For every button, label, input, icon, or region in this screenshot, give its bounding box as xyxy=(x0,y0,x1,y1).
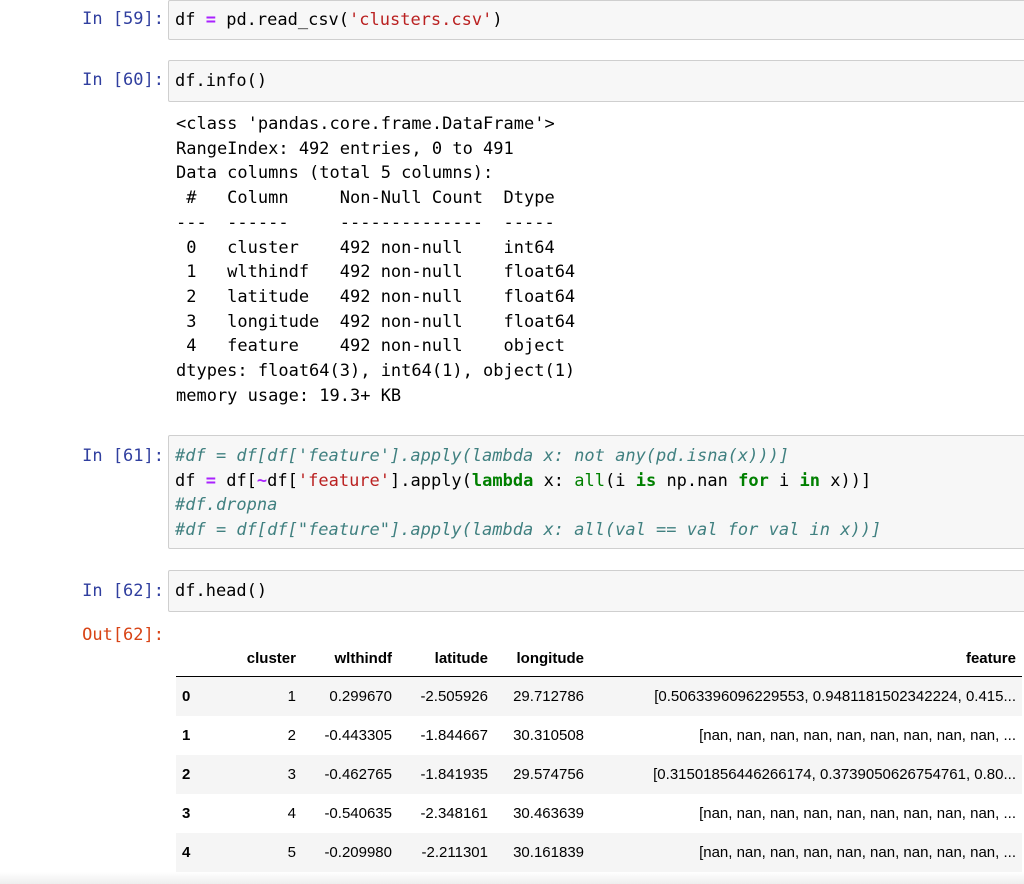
table-cell: 30.161839 xyxy=(513,843,584,861)
input-prompt: In [59]: xyxy=(82,9,164,29)
table-row: 0 1 0.299670 -2.505926 29.712786 [0.5063… xyxy=(176,676,1022,716)
comment-line: #df.dropna xyxy=(175,495,278,516)
column-header: longitude xyxy=(494,640,590,677)
table-cell: -1.841935 xyxy=(420,765,488,783)
table-cell: -0.209980 xyxy=(324,843,392,861)
table-cell: 3 xyxy=(287,765,296,783)
input-prompt: In [61]: xyxy=(82,446,164,466)
code-input[interactable]: df.info() xyxy=(168,60,1024,102)
input-prompt: In [62]: xyxy=(82,581,164,601)
code-input[interactable]: #df = df[df['feature'].apply(lambda x: n… xyxy=(168,435,1024,549)
table-cell: 1 xyxy=(287,687,296,705)
column-header: feature xyxy=(590,640,1022,677)
code-input[interactable]: df = pd.read_csv('clusters.csv') xyxy=(168,0,1024,40)
code-line: df.head() xyxy=(175,581,268,601)
table-cell: [0.5063396096229553, 0.9481181502342224,… xyxy=(654,687,1016,705)
table-cell: -0.443305 xyxy=(324,726,392,744)
row-index: 4 xyxy=(182,843,191,861)
code-line: df.info() xyxy=(175,71,268,91)
column-header: wlthindf xyxy=(302,640,398,677)
index-header xyxy=(176,640,212,677)
table-cell: 0.299670 xyxy=(329,687,392,705)
table-cell: -0.540635 xyxy=(324,804,392,822)
row-index: 0 xyxy=(182,687,191,705)
table-cell: 30.463639 xyxy=(513,804,584,822)
table-row: 1 2 -0.443305 -1.844667 30.310508 [nan, … xyxy=(176,716,1022,755)
table-header-row: cluster wlthindf latitude longitude feat… xyxy=(176,640,1022,677)
dataframe-table: cluster wlthindf latitude longitude feat… xyxy=(176,640,1022,872)
table-cell: 29.712786 xyxy=(513,687,584,705)
table-cell: [nan, nan, nan, nan, nan, nan, nan, nan,… xyxy=(699,726,1016,744)
code-line: df = pd.read_csv('clusters.csv') xyxy=(175,10,503,30)
code-line: df = df[~df['feature'].apply(lambda x: a… xyxy=(175,470,872,491)
table-cell: -1.844667 xyxy=(420,726,488,744)
input-prompt: In [60]: xyxy=(82,70,164,90)
table-cell: -2.348161 xyxy=(420,804,488,822)
table-cell: -2.505926 xyxy=(420,687,488,705)
table-cell: -0.462765 xyxy=(324,765,392,783)
stdout-output: <class 'pandas.core.frame.DataFrame'> Ra… xyxy=(176,114,576,406)
comment-line: #df = df[df['feature'].apply(lambda x: n… xyxy=(175,446,790,466)
table-cell: [0.31501856446266174, 0.3739050626754761… xyxy=(653,765,1016,783)
table-cell: 5 xyxy=(287,843,296,861)
table-cell: 4 xyxy=(287,804,296,822)
table-cell: [nan, nan, nan, nan, nan, nan, nan, nan,… xyxy=(699,843,1016,861)
table-cell: 2 xyxy=(287,726,296,744)
table-row: 4 5 -0.209980 -2.211301 30.161839 [nan, … xyxy=(176,832,1022,872)
table-cell: 30.310508 xyxy=(513,726,584,744)
table-cell: 29.574756 xyxy=(513,765,584,783)
row-index: 3 xyxy=(182,804,191,822)
code-input[interactable]: df.head() xyxy=(168,570,1024,612)
table-row: 3 4 -0.540635 -2.348161 30.463639 [nan, … xyxy=(176,794,1022,833)
page-bottom-edge xyxy=(0,872,1024,884)
column-header: latitude xyxy=(398,640,494,677)
table-cell: [nan, nan, nan, nan, nan, nan, nan, nan,… xyxy=(699,804,1016,822)
column-header: cluster xyxy=(212,640,302,677)
table-row: 2 3 -0.462765 -1.841935 29.574756 [0.315… xyxy=(176,754,1022,794)
comment-line: #df = df[df["feature"].apply(lambda x: a… xyxy=(175,519,882,540)
row-index: 2 xyxy=(182,765,191,783)
row-index: 1 xyxy=(182,726,191,744)
table-cell: -2.211301 xyxy=(421,843,488,861)
output-prompt: Out[62]: xyxy=(82,625,164,645)
